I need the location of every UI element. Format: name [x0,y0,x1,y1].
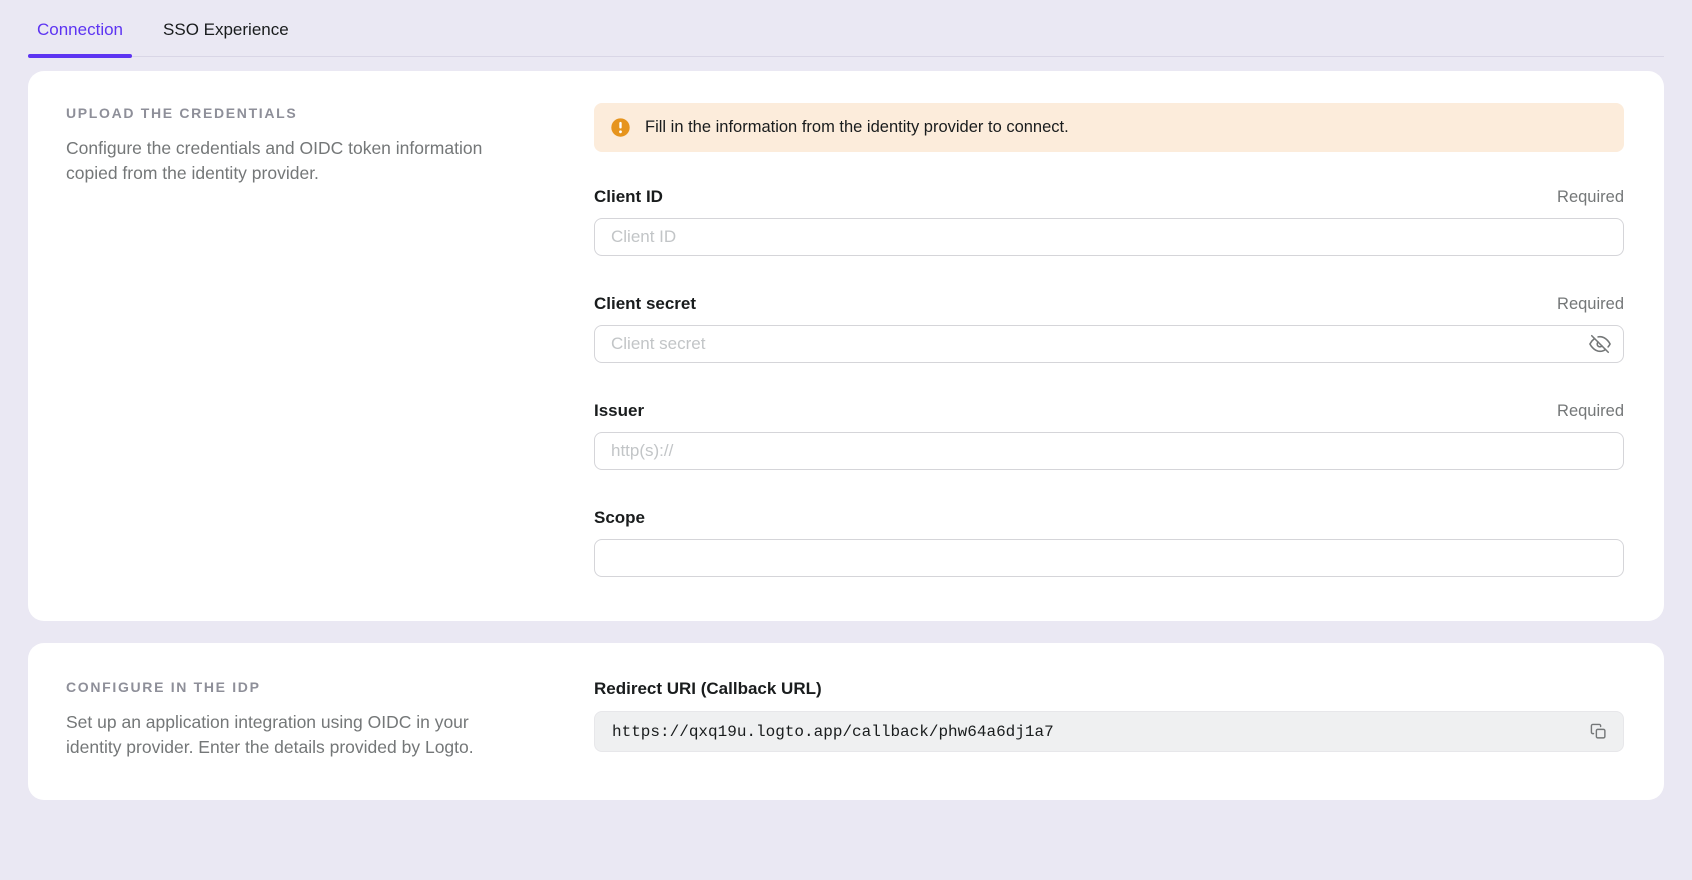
client-secret-label: Client secret [594,294,696,314]
field-scope: Scope [594,508,1624,577]
section-description: Configure the credentials and OIDC token… [66,136,489,186]
issuer-label: Issuer [594,401,644,421]
warning-circle-icon [610,117,631,138]
copy-icon [1590,723,1607,740]
copy-button[interactable] [1583,717,1613,747]
credentials-card: UPLOAD THE CREDENTIALS Configure the cre… [28,71,1664,621]
idp-card: CONFIGURE IN THE IDP Set up an applicati… [28,643,1664,800]
eye-off-icon [1589,333,1611,355]
field-client-secret: Client secret Required [594,294,1624,363]
field-issuer: Issuer Required [594,401,1624,470]
idp-card-intro: CONFIGURE IN THE IDP Set up an applicati… [66,677,594,760]
section-title: CONFIGURE IN THE IDP [66,679,489,695]
idp-form: Redirect URI (Callback URL) https://qxq1… [594,677,1624,760]
scope-label: Scope [594,508,645,528]
client-secret-required-badge: Required [1557,295,1624,314]
tab-sso-experience[interactable]: SSO Experience [154,13,298,56]
section-title: UPLOAD THE CREDENTIALS [66,105,489,121]
field-client-id: Client ID Required [594,187,1624,256]
tab-bar: Connection SSO Experience [28,0,1664,57]
warning-banner-text: Fill in the information from the identit… [645,118,1069,137]
section-description: Set up an application integration using … [66,710,489,760]
toggle-secret-visibility-button[interactable] [1585,329,1615,359]
redirect-uri-label: Redirect URI (Callback URL) [594,679,1624,699]
redirect-uri-value: https://qxq19u.logto.app/callback/phw64a… [612,723,1583,741]
tab-connection[interactable]: Connection [28,13,132,56]
client-secret-input[interactable] [594,325,1624,363]
scope-input[interactable] [594,539,1624,577]
redirect-uri-copy-box: https://qxq19u.logto.app/callback/phw64a… [594,711,1624,752]
client-id-input[interactable] [594,218,1624,256]
issuer-required-badge: Required [1557,402,1624,421]
credentials-form: Fill in the information from the identit… [594,103,1624,577]
client-id-required-badge: Required [1557,188,1624,207]
client-id-label: Client ID [594,187,663,207]
issuer-input[interactable] [594,432,1624,470]
warning-banner: Fill in the information from the identit… [594,103,1624,152]
credentials-card-intro: UPLOAD THE CREDENTIALS Configure the cre… [66,103,594,577]
